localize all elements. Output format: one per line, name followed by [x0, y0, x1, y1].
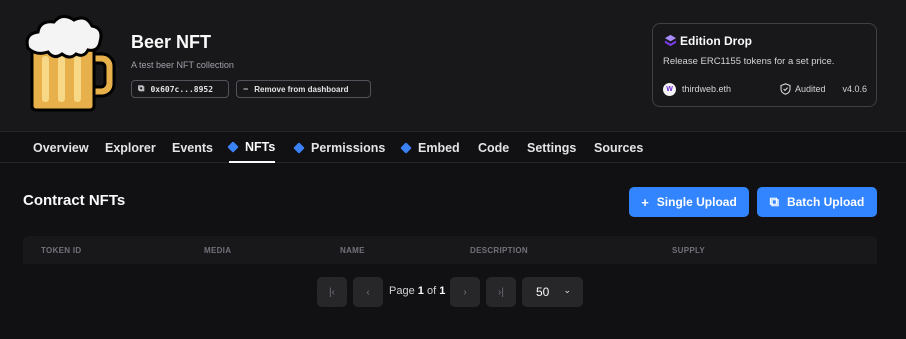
- contract-description: A test beer NFT collection: [131, 60, 234, 70]
- tab-permissions[interactable]: Permissions: [293, 132, 386, 163]
- copy-address-button[interactable]: ⧉ 0x607c...8952: [131, 80, 229, 98]
- batch-upload-label: Batch Upload: [786, 195, 865, 209]
- publisher-name[interactable]: thirdweb.eth: [682, 84, 731, 94]
- first-page-button[interactable]: |‹: [317, 277, 347, 307]
- tab-overview[interactable]: Overview: [33, 132, 89, 163]
- tab-settings[interactable]: Settings: [527, 132, 576, 163]
- extension-icon: [400, 141, 412, 154]
- tab-code[interactable]: Code: [478, 132, 509, 163]
- page-title: Contract NFTs: [23, 192, 126, 209]
- plus-icon: +: [641, 194, 649, 210]
- column-header-token-id[interactable]: TOKEN ID: [41, 246, 81, 255]
- column-header-supply[interactable]: SUPPLY: [672, 246, 705, 255]
- tab-label: Explorer: [105, 140, 156, 155]
- contract-header: Beer NFT A test beer NFT collection ⧉ 0x…: [0, 0, 906, 131]
- column-header-description[interactable]: DESCRIPTION: [470, 246, 528, 255]
- card-footer: W thirdweb.eth Audited v4.0.6: [663, 83, 867, 97]
- page-prefix: Page: [389, 285, 415, 297]
- tab-label: Overview: [33, 140, 89, 155]
- card-title: Edition Drop: [680, 34, 752, 48]
- previous-page-button[interactable]: ‹: [353, 277, 383, 307]
- page-size-select[interactable]: 50 ⌄: [522, 277, 583, 307]
- page-indicator: Page 1 of 1: [389, 285, 445, 297]
- tab-label: Events: [172, 140, 213, 155]
- batch-upload-button[interactable]: ⧉ Batch Upload: [757, 187, 877, 217]
- single-upload-label: Single Upload: [656, 195, 737, 209]
- chevron-down-icon: ⌄: [563, 285, 571, 295]
- thirdweb-logo-icon: W: [663, 83, 676, 96]
- tab-label: Permissions: [311, 140, 386, 155]
- beer-mug-icon: [25, 15, 116, 112]
- tab-label: NFTs: [245, 139, 276, 154]
- tab-embed[interactable]: Embed: [400, 132, 460, 163]
- edition-drop-icon: [664, 34, 677, 47]
- audited-badge: Audited: [780, 83, 826, 95]
- tab-label: Code: [478, 140, 510, 155]
- contract-address: 0x607c...8952: [150, 84, 214, 94]
- nft-table-header: TOKEN ID MEDIA NAME DESCRIPTION SUPPLY: [23, 236, 877, 264]
- copy-stack-icon: ⧉: [769, 194, 779, 209]
- page-size-value: 50: [536, 285, 550, 299]
- last-page-icon: ›|: [498, 286, 504, 298]
- first-page-icon: |‹: [329, 286, 335, 298]
- extension-icon: [227, 140, 239, 153]
- tab-label: Sources: [594, 140, 644, 155]
- single-upload-button[interactable]: + Single Upload: [629, 187, 749, 217]
- tab-label: Embed: [418, 140, 460, 155]
- remove-label: Remove from dashboard: [254, 84, 349, 94]
- contract-name: Beer NFT: [131, 32, 212, 52]
- tab-nfts[interactable]: NFTs: [227, 132, 276, 163]
- copy-icon: ⧉: [138, 84, 145, 94]
- tab-label: Settings: [527, 140, 577, 155]
- total-pages: 1: [439, 285, 446, 297]
- remove-from-dashboard-button[interactable]: − Remove from dashboard: [236, 80, 371, 98]
- column-header-media[interactable]: MEDIA: [204, 246, 231, 255]
- tab-events[interactable]: Events: [172, 132, 213, 163]
- chevron-right-icon: ›: [463, 286, 467, 298]
- of-label: of: [426, 285, 437, 297]
- shield-check-icon: [780, 83, 791, 95]
- next-page-button[interactable]: ›: [450, 277, 480, 307]
- current-page: 1: [417, 285, 424, 297]
- audited-label: Audited: [795, 84, 826, 94]
- minus-icon: −: [243, 84, 249, 94]
- tab-explorer[interactable]: Explorer: [105, 132, 156, 163]
- extension-icon: [293, 141, 305, 154]
- column-header-name[interactable]: NAME: [340, 246, 365, 255]
- tab-bar: Overview Explorer Events NFTs Permission…: [0, 131, 906, 163]
- chevron-left-icon: ‹: [366, 286, 370, 298]
- tab-sources[interactable]: Sources: [594, 132, 643, 163]
- last-page-button[interactable]: ›|: [486, 277, 516, 307]
- contract-type-card[interactable]: Edition Drop Release ERC1155 tokens for …: [652, 23, 877, 107]
- version-label: v4.0.6: [842, 84, 867, 94]
- card-description: Release ERC1155 tokens for a set price.: [663, 56, 835, 67]
